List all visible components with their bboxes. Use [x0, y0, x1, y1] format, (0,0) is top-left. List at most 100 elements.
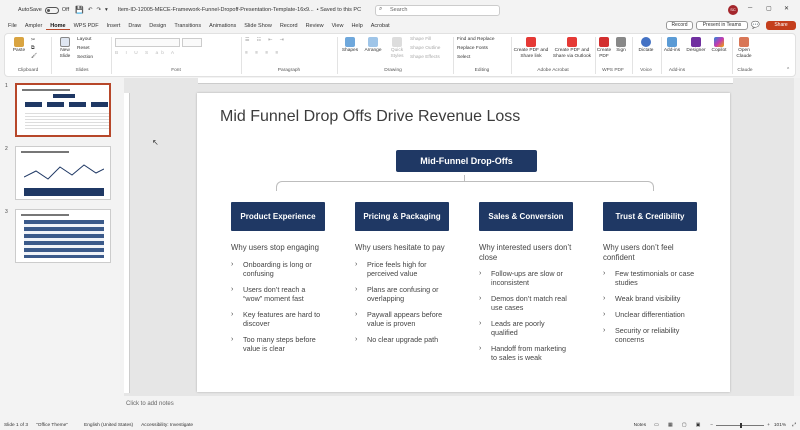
reset-button[interactable]: Reset: [77, 46, 90, 52]
column-header[interactable]: Sales & Conversion: [479, 202, 573, 231]
slides-group-label: Slides: [75, 68, 89, 73]
present-in-teams-button[interactable]: Present in Teams: [696, 21, 748, 30]
maximize-icon[interactable]: ▢: [766, 5, 772, 12]
close-icon[interactable]: ✕: [784, 5, 789, 12]
tab-help[interactable]: Help: [347, 23, 366, 29]
paragraph-align-buttons[interactable]: ≡ ≡ ≡ ≡: [245, 51, 281, 57]
paste-icon: [14, 37, 24, 47]
tab-ampler[interactable]: Ampler: [21, 23, 46, 29]
notes-pane[interactable]: Click to add notes: [124, 398, 794, 410]
notes-button[interactable]: Notes: [634, 423, 647, 428]
paragraph-list-buttons[interactable]: ☰ ☷ ⇤ ⇥: [245, 38, 287, 44]
select-button[interactable]: Select: [457, 55, 470, 61]
save-icon[interactable]: 💾: [75, 6, 84, 14]
ribbon-collapse-icon[interactable]: ⌃: [786, 68, 790, 74]
column-header[interactable]: Pricing & Packaging: [355, 202, 449, 231]
column-header[interactable]: Trust & Credibility: [603, 202, 697, 231]
avatar[interactable]: SC: [728, 5, 738, 15]
tab-draw[interactable]: Draw: [124, 23, 145, 29]
layout-button[interactable]: Layout: [77, 37, 91, 43]
open-claude-button[interactable]: Open Claude: [734, 37, 754, 60]
tab-transitions[interactable]: Transitions: [170, 23, 205, 29]
copy-icon[interactable]: ⧉: [31, 46, 34, 52]
minimize-icon[interactable]: ─: [748, 5, 752, 11]
mouse-cursor-icon: ↖: [152, 138, 159, 147]
tab-insert[interactable]: Insert: [103, 23, 125, 29]
comments-icon[interactable]: 💬: [751, 21, 760, 29]
replace-fonts-button[interactable]: Replace Fonts: [457, 46, 488, 52]
redo-icon[interactable]: ↷: [96, 7, 101, 13]
format-painter-icon[interactable]: 🖌: [31, 54, 37, 60]
list-item: › Few testimonials or case studies: [603, 269, 695, 287]
add-ins-group-label: Add-ins: [668, 68, 686, 73]
shapes-icon: [345, 37, 355, 47]
tab-review[interactable]: Review: [302, 23, 328, 29]
tab-design[interactable]: Design: [145, 23, 170, 29]
new-slide-button[interactable]: New Slide: [55, 37, 75, 60]
autosave-label: AutoSave: [18, 7, 42, 13]
cut-icon[interactable]: ✂: [31, 38, 35, 44]
add-ins-button[interactable]: Add-ins: [662, 37, 682, 54]
accessibility-status[interactable]: Accessibility: Investigate: [141, 423, 193, 428]
font-family-select[interactable]: [115, 38, 180, 47]
zoom-in-icon[interactable]: +: [767, 423, 770, 428]
tab-view[interactable]: View: [328, 23, 348, 29]
top-box[interactable]: Mid-Funnel Drop-Offs: [396, 150, 537, 172]
tab-record[interactable]: Record: [276, 23, 302, 29]
fit-to-window-icon[interactable]: ⤢: [792, 422, 796, 428]
shape-outline-button[interactable]: Shape Outline: [410, 46, 440, 52]
chevron-right-icon: ›: [231, 285, 234, 293]
copilot-button[interactable]: Copilot: [709, 37, 729, 54]
tab-acrobat[interactable]: Acrobat: [367, 23, 394, 29]
claude-group-label: Claude: [737, 68, 753, 73]
zoom-out-icon[interactable]: −: [710, 423, 713, 428]
shape-fill-button[interactable]: Shape Fill: [410, 37, 431, 43]
tab-animations[interactable]: Animations: [205, 23, 240, 29]
designer-icon: [691, 37, 701, 47]
tab-wps-pdf[interactable]: WPS PDF: [70, 23, 103, 29]
wps-create-pdf-button[interactable]: Create PDF: [596, 37, 612, 60]
chevron-right-icon: ›: [479, 320, 482, 327]
font-format-buttons[interactable]: B I U S ab A: [115, 51, 177, 57]
undo-icon[interactable]: ↶: [88, 7, 93, 13]
customize-qat-icon[interactable]: ▾: [105, 7, 108, 13]
tab-home[interactable]: Home: [46, 23, 70, 30]
share-button[interactable]: Share: [766, 21, 796, 30]
save-status[interactable]: • Saved to this PC: [317, 7, 361, 13]
paste-button[interactable]: Paste: [9, 37, 29, 54]
column-subtitle[interactable]: Why interested users don’t close: [479, 243, 573, 262]
find-replace-button[interactable]: Find and Replace: [457, 37, 495, 43]
vertical-scrollbar[interactable]: [794, 78, 800, 396]
language-status[interactable]: English (United States): [84, 423, 133, 428]
autosave-toggle[interactable]: [44, 6, 59, 14]
dictate-button[interactable]: Dictate: [634, 37, 658, 54]
view-buttons[interactable]: ▭ ▦ ▢ ▣: [654, 423, 704, 428]
zoom-slider[interactable]: [716, 422, 765, 428]
tab-slide-show[interactable]: Slide Show: [240, 23, 276, 29]
search-input[interactable]: Search: [375, 5, 500, 16]
create-pdf-outlook-button[interactable]: Create PDF and Share via Outlook: [551, 37, 593, 60]
slide-thumbnail-1[interactable]: [15, 83, 111, 137]
chevron-right-icon: ›: [231, 310, 234, 318]
column-subtitle[interactable]: Why users don’t feel confident: [603, 243, 697, 262]
slide[interactable]: Mid Funnel Drop Offs Drive Revenue Loss …: [197, 93, 730, 392]
slide-title[interactable]: Mid Funnel Drop Offs Drive Revenue Loss: [220, 108, 520, 126]
record-button[interactable]: Record: [666, 21, 693, 30]
slide-thumbnail-2[interactable]: [15, 146, 111, 200]
column-subtitle[interactable]: Why users hesitate to pay: [355, 243, 449, 253]
shape-effects-button[interactable]: Shape Effects: [410, 55, 440, 61]
designer-button[interactable]: Designer: [685, 37, 707, 54]
font-size-select[interactable]: [182, 38, 202, 47]
tab-file[interactable]: File: [4, 23, 21, 29]
quick-styles-button[interactable]: Quick Styles: [386, 37, 408, 60]
create-pdf-share-link-button[interactable]: Create PDF and Share link: [513, 37, 549, 60]
section-button[interactable]: Section: [77, 55, 93, 61]
column-header[interactable]: Product Experience: [231, 202, 325, 231]
sign-button[interactable]: Sign: [614, 37, 628, 54]
slide-thumbnail-3[interactable]: [15, 209, 111, 263]
zoom-level[interactable]: 101%: [774, 423, 786, 428]
shapes-button[interactable]: Shapes: [340, 37, 360, 54]
list-item: › Follow-ups are slow or inconsistent: [479, 269, 563, 287]
arrange-button[interactable]: Arrange: [362, 37, 384, 54]
column-subtitle[interactable]: Why users stop engaging: [231, 243, 325, 253]
